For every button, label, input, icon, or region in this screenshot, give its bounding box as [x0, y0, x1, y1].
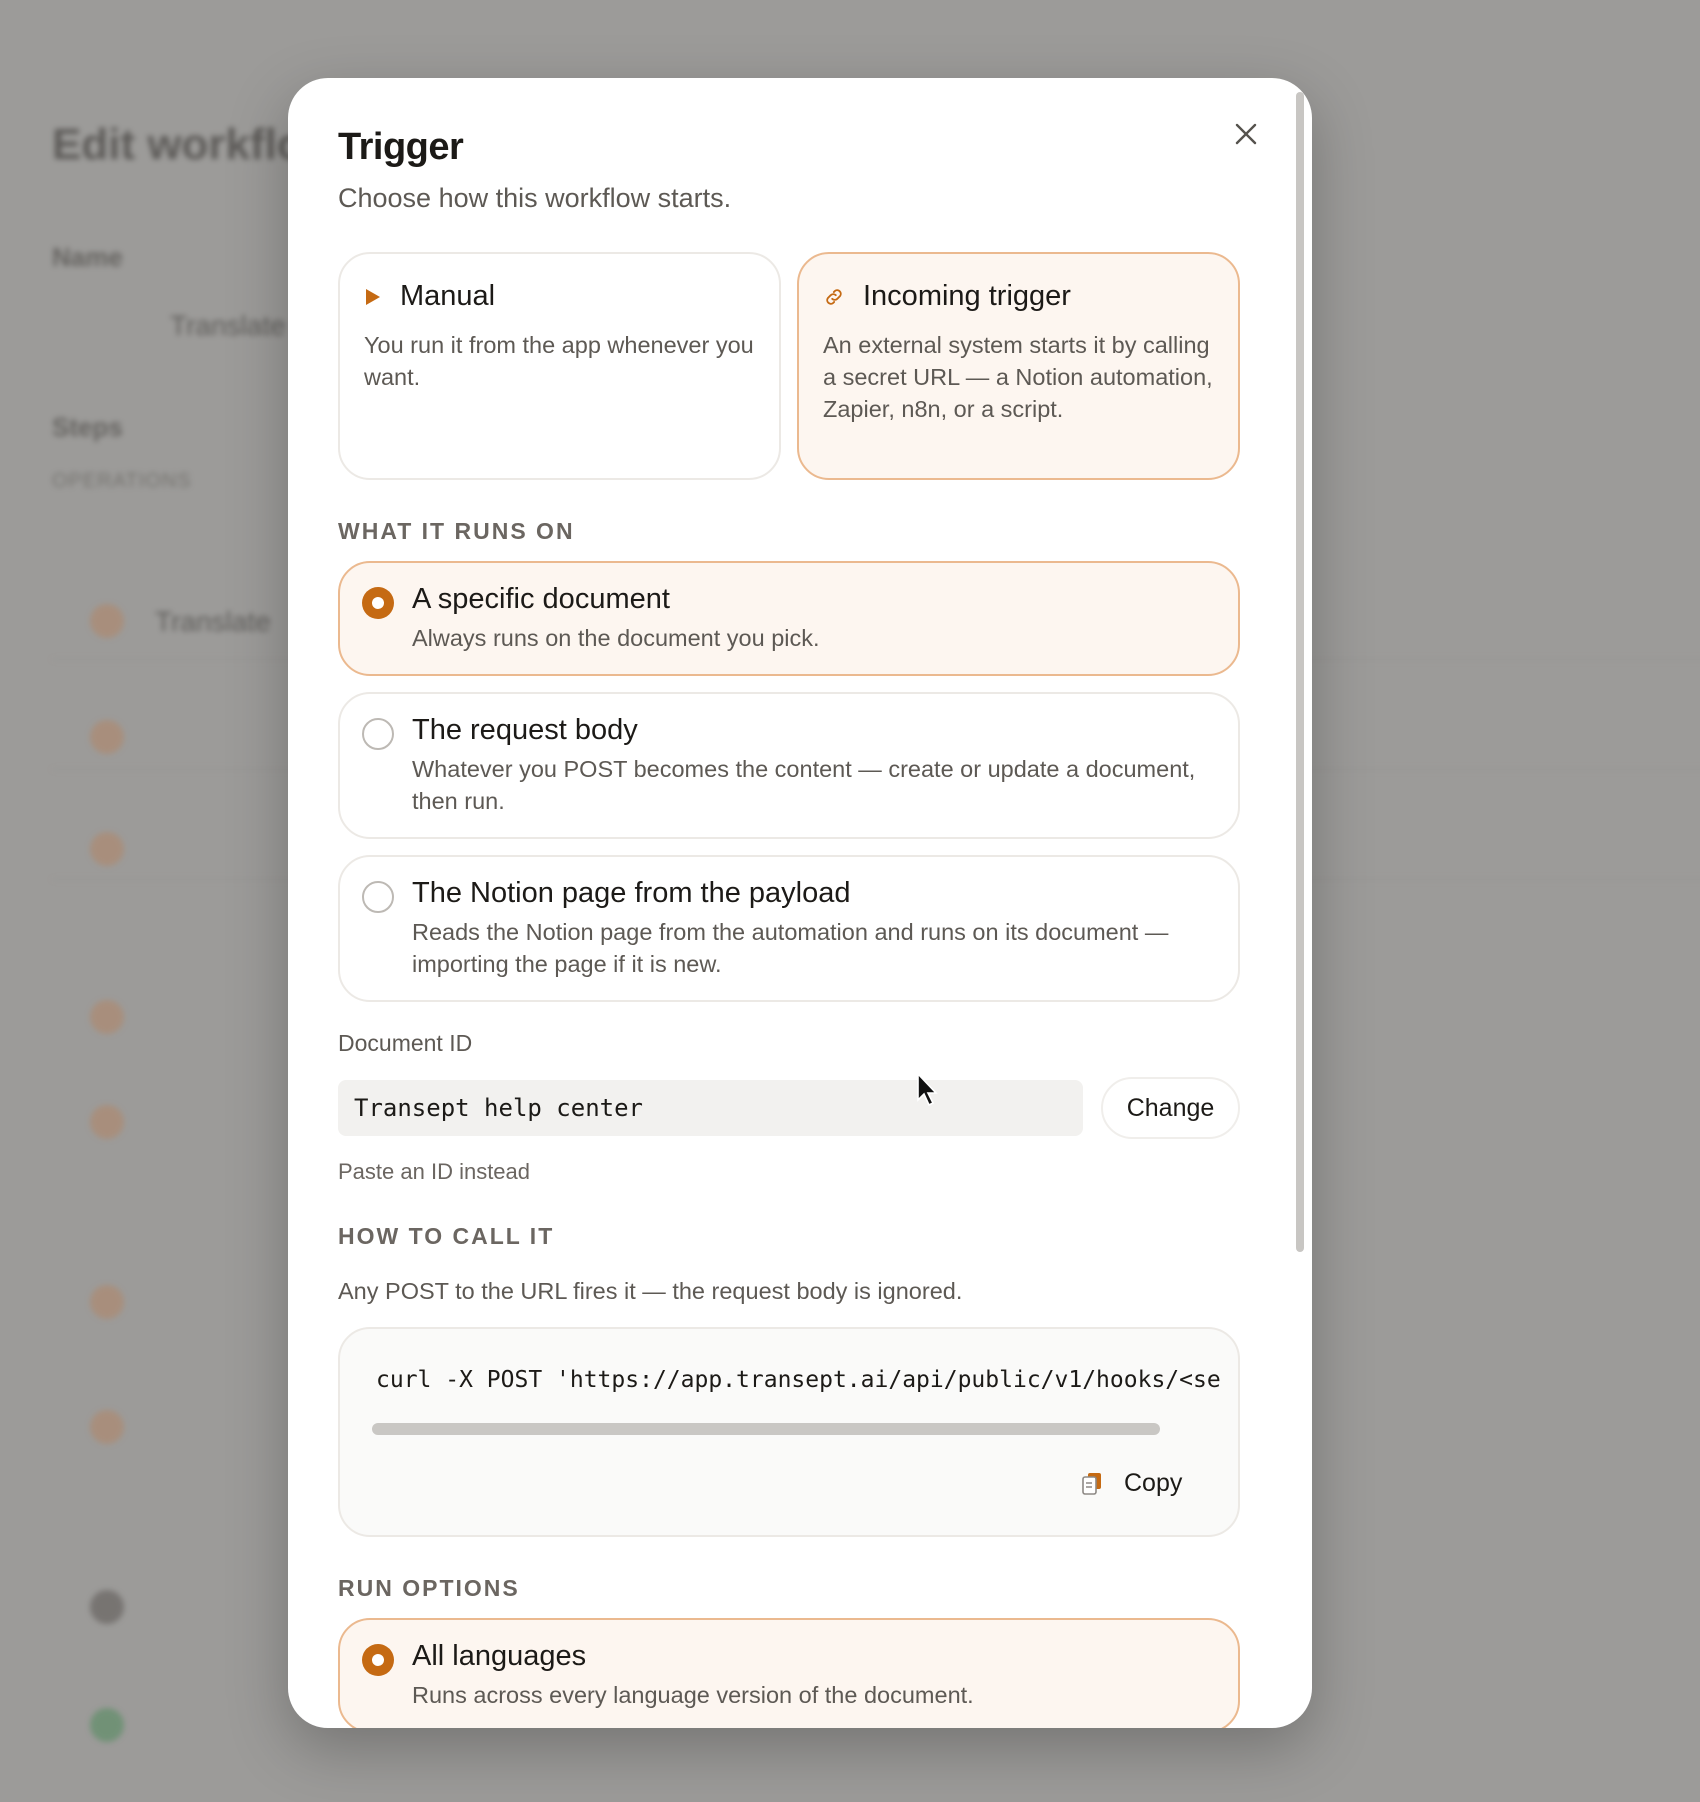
how-to-call-hint: Any POST to the URL fires it — the reque… — [338, 1278, 963, 1304]
section-heading-how-to-call: HOW TO CALL IT — [338, 1223, 555, 1249]
bg-small-1: OPERATIONS — [52, 470, 192, 492]
copy-button[interactable]: Copy — [1080, 1469, 1182, 1498]
modal-subtitle: Choose how this workflow starts. — [338, 183, 732, 213]
bg-dot — [90, 1590, 124, 1624]
bg-dot — [90, 1708, 124, 1742]
radio-selected[interactable] — [362, 587, 394, 619]
radio-selected[interactable] — [362, 1644, 394, 1676]
trigger-card-manual[interactable]: Manual You run it from the app whenever … — [338, 252, 781, 480]
section-heading-runs-on: WHAT IT RUNS ON — [338, 518, 575, 544]
trigger-card-description: You run it from the app whenever you wan… — [364, 332, 754, 390]
section-heading-run-options: RUN OPTIONS — [338, 1575, 520, 1601]
bg-dot — [90, 1285, 124, 1319]
trigger-modal: Trigger Choose how this workflow starts.… — [288, 78, 1312, 1728]
runs-on-option-notion-page[interactable]: The Notion page from the payload Reads t… — [338, 855, 1240, 1002]
copy-label: Copy — [1124, 1469, 1183, 1497]
radio-unselected[interactable] — [362, 881, 394, 913]
bg-name-value: Translate — [170, 310, 286, 341]
bg-row-text: Translate — [155, 606, 271, 637]
change-document-button[interactable]: Change — [1101, 1077, 1240, 1139]
mouse-cursor-icon — [917, 1072, 938, 1107]
option-label: All languages — [412, 1640, 587, 1672]
option-description: Always runs on the document you pick. — [412, 625, 820, 651]
trigger-card-label: Incoming trigger — [863, 280, 1071, 312]
radio-unselected[interactable] — [362, 718, 394, 750]
link-icon — [826, 288, 842, 305]
runs-on-option-request-body[interactable]: The request body Whatever you POST becom… — [338, 692, 1240, 839]
modal-content: Trigger Choose how this workflow starts.… — [338, 126, 1240, 1728]
document-id-field[interactable]: Transept help center — [338, 1080, 1083, 1136]
option-label: The request body — [412, 714, 638, 746]
trigger-type-cards: Manual You run it from the app whenever … — [338, 252, 1240, 480]
option-label: The Notion page from the payload — [412, 877, 851, 909]
modal-scrollbar[interactable] — [1296, 92, 1304, 1252]
runs-on-option-specific-document[interactable]: A specific document Always runs on the d… — [338, 561, 1240, 676]
bg-dot — [90, 1105, 124, 1139]
bg-dot — [90, 832, 124, 866]
bg-dot — [90, 1000, 124, 1034]
modal-title: Trigger — [338, 126, 464, 168]
curl-code-block: curl -X POST 'https://app.transept.ai/ap… — [338, 1327, 1240, 1537]
paste-id-link[interactable]: Paste an ID instead — [338, 1159, 1240, 1185]
bg-dot — [90, 604, 124, 638]
trigger-card-description: An external system starts it by calling … — [823, 332, 1213, 422]
option-description: Reads the Notion page from the automatio… — [412, 919, 1169, 977]
bg-dot — [90, 720, 124, 754]
run-option-all-languages[interactable]: All languages Runs across every language… — [338, 1618, 1240, 1728]
option-description: Runs across every language version of th… — [412, 1682, 974, 1708]
bg-steps-label: Steps — [52, 412, 123, 442]
play-icon — [366, 288, 380, 305]
option-description: Whatever you POST becomes the content — … — [412, 756, 1196, 814]
bg-name-label: Name — [52, 242, 123, 272]
trigger-card-label: Manual — [400, 280, 496, 312]
copy-icon — [1082, 1472, 1101, 1495]
code-horizontal-scrollbar[interactable] — [372, 1423, 1160, 1435]
document-id-label: Document ID — [338, 1030, 473, 1056]
option-label: A specific document — [412, 583, 670, 615]
curl-command[interactable]: curl -X POST 'https://app.transept.ai/ap… — [376, 1367, 1220, 1393]
document-id-row: Transept help center Change — [338, 1077, 1240, 1139]
bg-dot — [90, 1410, 124, 1444]
trigger-card-incoming[interactable]: Incoming trigger An external system star… — [797, 252, 1240, 480]
